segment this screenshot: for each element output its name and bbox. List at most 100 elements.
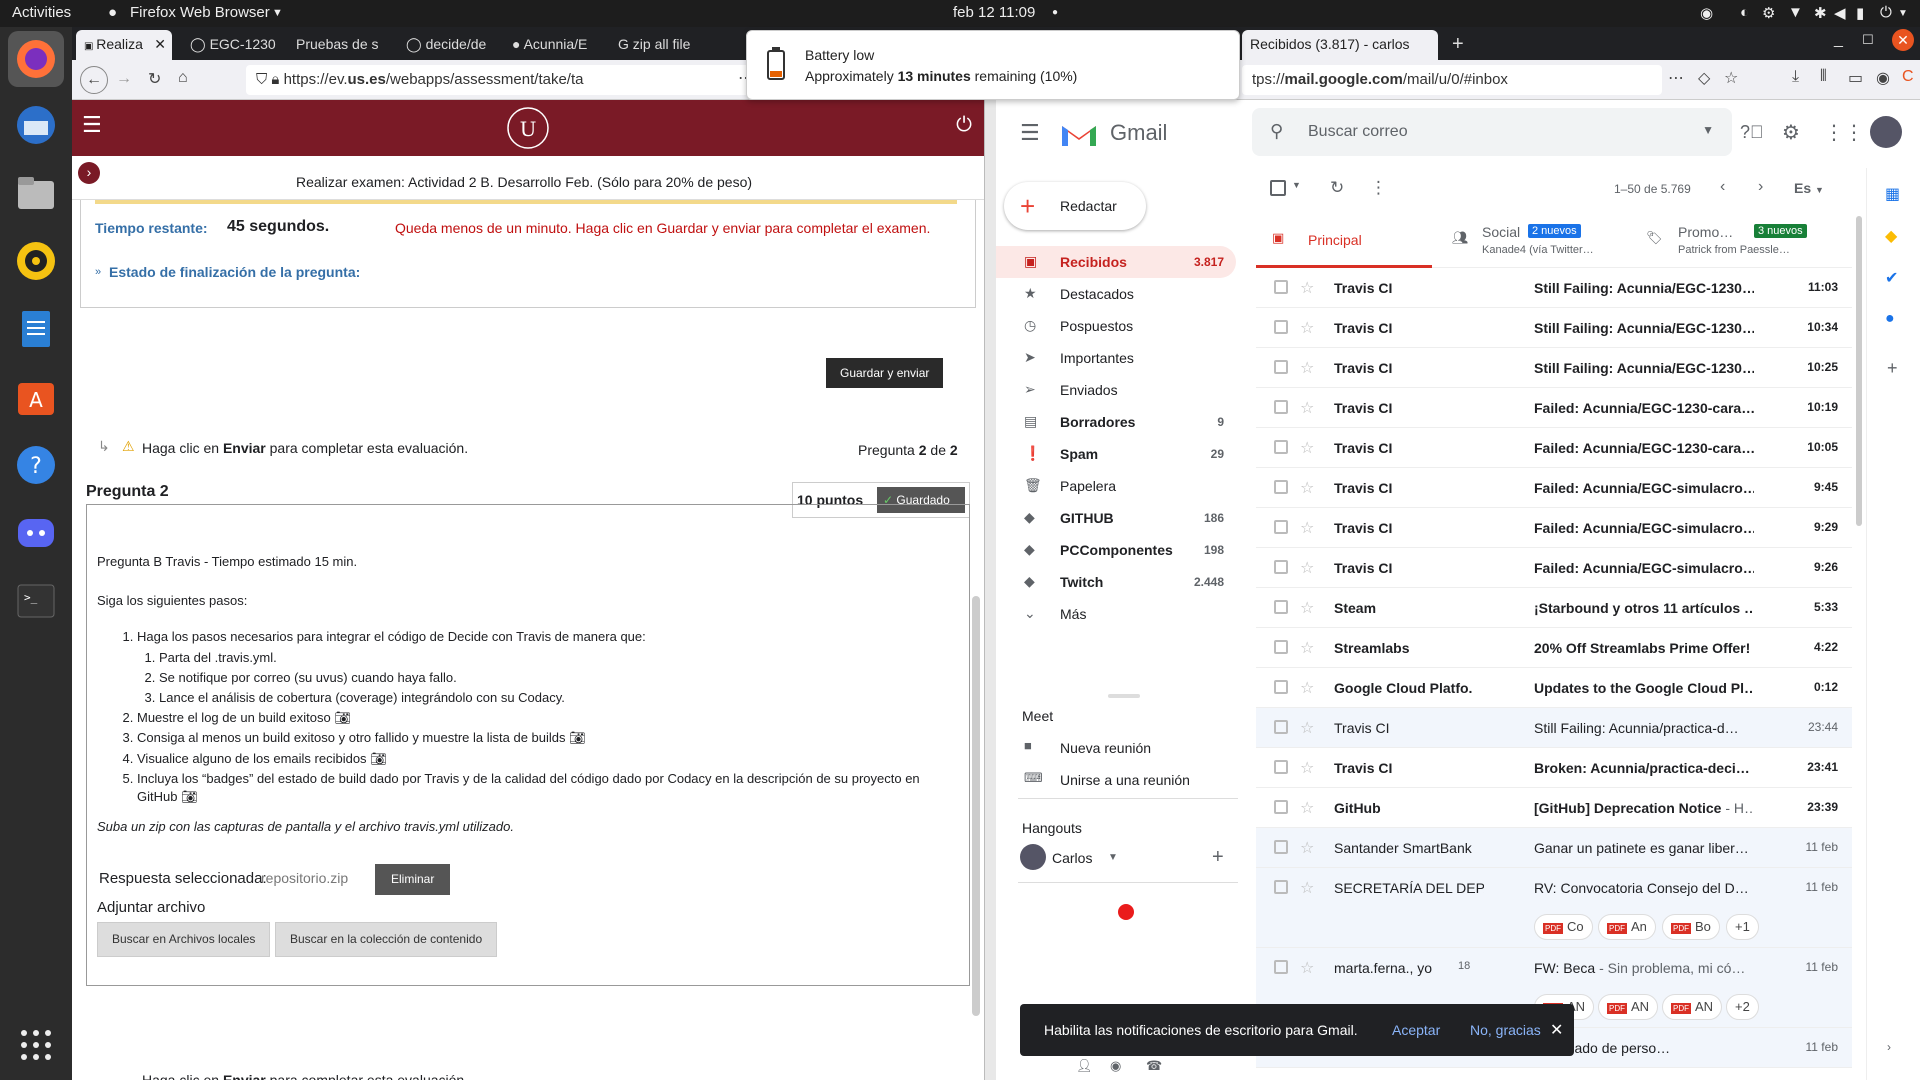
- email-row[interactable]: ☆ GitHub [GitHub] Deprecation Notice - H… 2…: [1256, 788, 1852, 828]
- email-row[interactable]: ☆ Travis CI Failed: Acunnia/EGC-1230-cara……: [1256, 388, 1852, 428]
- minimize-icon[interactable]: _: [1834, 31, 1843, 49]
- rhythmbox-icon[interactable]: [8, 233, 64, 289]
- email-checkbox[interactable]: [1274, 760, 1288, 774]
- attachment-chip[interactable]: PDF Co: [1534, 914, 1593, 940]
- app-grid-icon[interactable]: [8, 1017, 64, 1073]
- email-row[interactable]: ☆ Steam ¡Starbound y otros 11 artículos … 5…: [1256, 588, 1852, 628]
- browse-local-button[interactable]: Buscar en Archivos locales: [97, 922, 271, 958]
- compose-button[interactable]: + Redactar: [1004, 182, 1146, 230]
- toast-accept-button[interactable]: Aceptar: [1392, 1022, 1440, 1038]
- phone-icon[interactable]: ☎: [1146, 1058, 1162, 1074]
- sidebar-item-borradores[interactable]: ▤ Borradores 9: [996, 406, 1236, 438]
- discord-icon[interactable]: [8, 505, 64, 561]
- star-icon[interactable]: ☆: [1300, 318, 1314, 338]
- help-icon[interactable]: ?⃝: [1740, 122, 1764, 143]
- refresh-icon[interactable]: ↻: [1330, 178, 1344, 198]
- email-row[interactable]: ☆ Travis CI Failed: Acunnia/EGC-simulacro……: [1256, 468, 1852, 508]
- email-row[interactable]: ☆ Travis CI Still Failing: Acunnia/EGC-123…: [1256, 308, 1852, 348]
- sidebar-item-twitch[interactable]: ◆ Twitch 2.448: [996, 566, 1236, 598]
- battery-icon[interactable]: ▮: [1856, 4, 1864, 22]
- star-icon[interactable]: ☆: [1300, 678, 1314, 698]
- wifi-icon[interactable]: ▼: [1788, 4, 1803, 21]
- email-row[interactable]: ☆ Google Cloud Platfo. Updates to the Goog…: [1256, 668, 1852, 708]
- attachment-chip[interactable]: PDF An: [1598, 914, 1656, 940]
- attachment-chip[interactable]: PDFAN: [1662, 994, 1723, 1020]
- star-icon[interactable]: ☆: [1300, 838, 1314, 858]
- email-checkbox[interactable]: [1274, 880, 1288, 894]
- clock[interactable]: feb 12 11:09: [953, 4, 1035, 21]
- tab-principal[interactable]: ▣ Principal: [1256, 212, 1432, 268]
- star-icon[interactable]: ☆: [1300, 958, 1314, 978]
- hangouts-avatar[interactable]: [1020, 844, 1046, 870]
- more-vert-icon[interactable]: ⋮: [1370, 178, 1387, 198]
- forward-icon[interactable]: →: [116, 70, 132, 88]
- back-icon[interactable]: ←: [80, 66, 108, 94]
- home-icon[interactable]: ⌂: [178, 69, 188, 87]
- tab-zip[interactable]: G zip all file: [610, 30, 706, 60]
- window-divider[interactable]: [984, 100, 996, 1080]
- thunderbird-icon[interactable]: [8, 97, 64, 153]
- add-contact-icon[interactable]: +: [1212, 846, 1224, 869]
- email-checkbox[interactable]: [1274, 520, 1288, 534]
- tasks-icon[interactable]: ✔: [1885, 268, 1898, 288]
- tab-egc[interactable]: ◯ EGC-1230: [182, 30, 278, 60]
- next-page-icon[interactable]: ›: [1758, 178, 1763, 196]
- add-addon-icon[interactable]: +: [1887, 358, 1898, 379]
- attachment-chip[interactable]: +2: [1726, 994, 1759, 1020]
- help-icon[interactable]: ?: [8, 437, 64, 493]
- contacts-icon[interactable]: ●: [1885, 310, 1895, 328]
- join-meeting-link[interactable]: Unirse a una reunión: [1060, 772, 1190, 788]
- email-checkbox[interactable]: [1274, 360, 1288, 374]
- star-icon[interactable]: ☆: [1300, 358, 1314, 378]
- email-checkbox[interactable]: [1274, 680, 1288, 694]
- email-checkbox[interactable]: [1274, 640, 1288, 654]
- keep-icon[interactable]: ◆: [1885, 226, 1897, 246]
- library-icon[interactable]: ⫴: [1820, 68, 1827, 86]
- hamburger-menu-icon[interactable]: ☰: [82, 112, 102, 138]
- software-center-icon[interactable]: A: [8, 369, 64, 425]
- sidebar-item-recibidos[interactable]: ▣ Recibidos 3.817: [996, 246, 1236, 278]
- sidebar-item-papelera[interactable]: 🗑︎ Papelera: [996, 470, 1236, 502]
- sidebar-item-destacados[interactable]: ★ Destacados: [996, 278, 1236, 310]
- star-icon[interactable]: ☆: [1300, 478, 1314, 498]
- maximize-icon[interactable]: ☐: [1862, 32, 1874, 48]
- battery-notification[interactable]: Battery low Approximately 13 minutes rem…: [746, 30, 1240, 100]
- main-menu-icon[interactable]: ☰: [1020, 120, 1040, 146]
- power-icon[interactable]: ⏻: [956, 114, 972, 137]
- attachment-chip[interactable]: +1: [1726, 914, 1759, 940]
- firefox-icon[interactable]: [8, 31, 64, 87]
- star-icon[interactable]: ☆: [1300, 558, 1314, 578]
- email-row[interactable]: ☆ Travis CI Failed: Acunnia/EGC-simulacro……: [1256, 548, 1852, 588]
- search-options-icon[interactable]: ▼: [1702, 123, 1714, 137]
- star-icon[interactable]: ☆: [1300, 798, 1314, 818]
- email-row[interactable]: ☆ Travis CI Failed: Acunnia/EGC-simulacro……: [1256, 508, 1852, 548]
- sidebar-item-pccomponentes[interactable]: ◆ PCComponentes 198: [996, 534, 1236, 566]
- discord-tray-icon[interactable]: ◉: [1700, 4, 1713, 22]
- completion-status-link[interactable]: Estado de finalización de la pregunta:: [109, 264, 360, 280]
- star-icon[interactable]: ☆: [1300, 598, 1314, 618]
- tab-acunnia[interactable]: ● Acunnia/E: [504, 30, 600, 60]
- chevron-down-icon[interactable]: ▼: [1292, 180, 1301, 190]
- email-row[interactable]: ☆ Travis CI Failed: Acunnia/EGC-1230-cara……: [1256, 428, 1852, 468]
- chevron-down-icon[interactable]: ▼: [1108, 852, 1118, 863]
- sidebar-item-spam[interactable]: ❗ Spam 29: [996, 438, 1236, 470]
- email-checkbox[interactable]: [1274, 720, 1288, 734]
- tab-promociones[interactable]: 🏷︎ Promo… 3 nuevos Patrick from Paessle…: [1642, 212, 1842, 268]
- url-bar-left[interactable]: ⛉ 🔒︎ https://ev.us.es/webapps/assessment…: [246, 65, 786, 95]
- activities-button[interactable]: Activities: [12, 4, 71, 21]
- bluetooth-icon[interactable]: ✱: [1814, 4, 1827, 22]
- sidebar-item-importantes[interactable]: ➤ Importantes: [996, 342, 1236, 374]
- resize-handle[interactable]: [1108, 694, 1140, 698]
- star-icon[interactable]: ☆: [1300, 718, 1314, 738]
- email-row[interactable]: ☆ Travis CI Still Failing: Acunnia/practic…: [1256, 708, 1852, 748]
- search-bar[interactable]: ⚲ Buscar correo ▼: [1252, 108, 1732, 156]
- browse-collection-button[interactable]: Buscar en la colección de contenido: [275, 922, 498, 958]
- expand-icon[interactable]: ›: [1887, 1040, 1891, 1054]
- search-input[interactable]: Buscar correo: [1308, 123, 1408, 141]
- email-row[interactable]: ☆ Santander SmartBank Ganar un patinete es…: [1256, 828, 1852, 868]
- more-icon[interactable]: ⋯: [1668, 68, 1684, 88]
- email-row[interactable]: ☆ Streamlabs 20% Off Streamlabs Prime Offe…: [1256, 628, 1852, 668]
- app-menu[interactable]: Firefox Web Browser: [130, 4, 270, 21]
- close-window-icon[interactable]: ✕: [1892, 29, 1914, 51]
- writer-icon[interactable]: [8, 301, 64, 357]
